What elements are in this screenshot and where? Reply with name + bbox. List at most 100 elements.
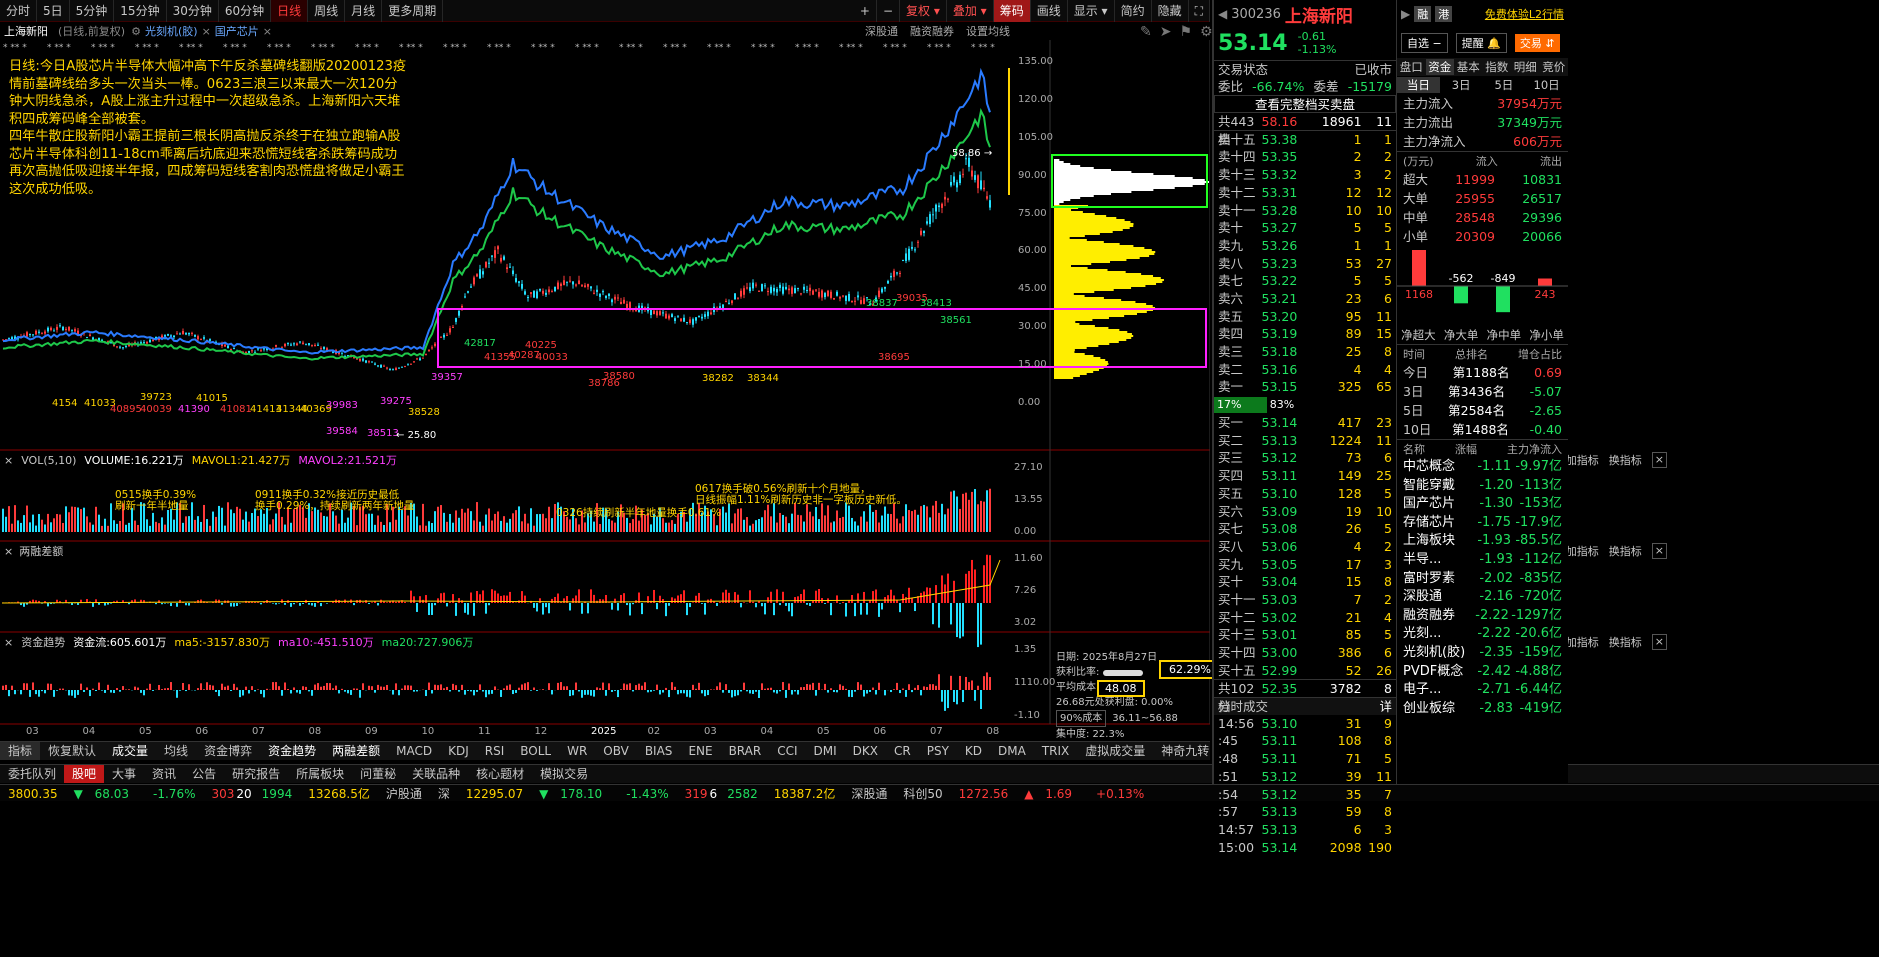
period-tab-2[interactable]: 5分钟 [70, 0, 115, 22]
sector-row[interactable]: 存储芯片 -1.75 -17.9亿 [1397, 514, 1568, 533]
zixuan-button[interactable]: 自选 − [1401, 33, 1448, 53]
sector-name[interactable]: 智能穿戴 [1403, 477, 1473, 496]
sector-name[interactable]: 创业板综 [1403, 700, 1473, 719]
prev-icon[interactable]: ◀ [1218, 7, 1227, 21]
sector-row[interactable]: 中芯概念 -1.11 -9.97亿 [1397, 458, 1568, 477]
indicator-tab-25[interactable]: 神奇九转 [1153, 742, 1217, 760]
panel-tool-1[interactable]: 加指标 [1566, 452, 1599, 468]
toolbar-btn-5[interactable]: 简约 [1115, 0, 1152, 22]
panel-tool-2[interactable]: 换指标 [1609, 452, 1642, 468]
sector-name[interactable]: 深股通 [1403, 588, 1473, 607]
sector-name[interactable]: 国产芯片 [1403, 495, 1473, 514]
remind-button[interactable]: 提醒 🔔 [1455, 33, 1507, 53]
tag-chip[interactable]: 国产芯片 [211, 23, 263, 39]
full-book-link[interactable]: 查看完整档买卖盘 [1255, 96, 1355, 112]
side-tab-2[interactable]: 基本 [1454, 59, 1483, 75]
toolbar-btn-3[interactable]: 画线 [1031, 0, 1068, 22]
indicator-tab-8[interactable]: KDJ [440, 742, 477, 760]
sector-name[interactable]: 光刻机(胶) [1403, 644, 1473, 663]
hgt-link[interactable]: 沪股通 [378, 785, 430, 803]
panel-tool-1[interactable]: 加指标 [1566, 634, 1599, 650]
zoom-in-button[interactable]: + [854, 0, 877, 22]
chart-link-0[interactable]: 深股通 [865, 23, 898, 39]
indicator-tab-23[interactable]: TRIX [1034, 742, 1077, 760]
sector-row[interactable]: 创业板综 -2.83 -419亿 [1397, 700, 1568, 719]
zoom-out-button[interactable]: − [877, 0, 900, 22]
sector-row[interactable]: 富时罗素 -2.02 -835亿 [1397, 570, 1568, 589]
side-subtab-1[interactable]: 3日 [1440, 77, 1483, 93]
chart-link-1[interactable]: 融资融券 [910, 23, 954, 39]
flag-icon[interactable]: ⚑ [1179, 24, 1192, 40]
bottom-tab-8[interactable]: 关联品种 [404, 765, 468, 783]
indicator-tab-12[interactable]: OBV [595, 742, 637, 760]
bottom-tab-3[interactable]: 资讯 [144, 765, 184, 783]
bottom-tab-2[interactable]: 大事 [104, 765, 144, 783]
sector-row[interactable]: 光刻机(胶) -2.35 -159亿 [1397, 644, 1568, 663]
indicator-tab-21[interactable]: KD [957, 742, 990, 760]
sector-name[interactable]: 光刻... [1403, 625, 1473, 644]
chart-link-2[interactable]: 设置均线 [966, 23, 1010, 39]
period-tab-4[interactable]: 30分钟 [167, 0, 219, 22]
sector-name[interactable]: PVDF概念 [1403, 663, 1473, 682]
sector-name[interactable]: 半导... [1403, 551, 1473, 570]
indicator-tab-1[interactable]: 恢复默认 [40, 742, 104, 760]
settings-icon[interactable]: ⚙ [1200, 24, 1213, 40]
ticks-detail-button[interactable]: 详 [1379, 698, 1392, 715]
cost-select[interactable]: 90%成本 [1056, 710, 1107, 727]
sector-row[interactable]: 国产芯片 -1.30 -153亿 [1397, 495, 1568, 514]
tag-guangkeji[interactable]: 光刻机(胶) [141, 23, 202, 39]
gear-icon[interactable]: ⚙ [131, 25, 141, 38]
indicator-tab-15[interactable]: BRAR [721, 742, 770, 760]
sector-head-0[interactable]: 名称 [1403, 440, 1425, 458]
bottom-tab-7[interactable]: 问董秘 [352, 765, 404, 783]
toolbar-btn-4[interactable]: 显示 ▾ [1068, 0, 1115, 22]
side-subtab-2[interactable]: 5日 [1483, 77, 1526, 93]
panel-tool-1[interactable]: 加指标 [1566, 543, 1599, 559]
sector-name[interactable]: 电子... [1403, 681, 1473, 700]
bottom-tab-6[interactable]: 所属板块 [288, 765, 352, 783]
period-tab-8[interactable]: 月线 [345, 0, 383, 22]
side-subtab-3[interactable]: 10日 [1525, 77, 1568, 93]
indicator-tab-19[interactable]: CR [886, 742, 919, 760]
sector-name[interactable]: 融资融券 [1403, 607, 1473, 626]
period-tab-3[interactable]: 15分钟 [114, 0, 167, 22]
bottom-tab-9[interactable]: 核心题材 [468, 765, 532, 783]
sector-row[interactable]: 智能穿戴 -1.20 -113亿 [1397, 477, 1568, 496]
indicator-tab-13[interactable]: BIAS [637, 742, 681, 760]
sector-row[interactable]: 电子... -2.71 -6.44亿 [1397, 681, 1568, 700]
full-book-row[interactable]: 查看完整档买卖盘 [1214, 95, 1396, 114]
fullscreen-icon[interactable]: ⛶ [1189, 0, 1210, 22]
next-icon[interactable]: ▶ [1401, 7, 1410, 21]
sector-row[interactable]: 半导... -1.93 -112亿 [1397, 551, 1568, 570]
toolbar-btn-6[interactable]: 隐藏 [1152, 0, 1189, 22]
side-tab-1[interactable]: 资金 [1425, 59, 1454, 75]
bottom-tab-4[interactable]: 公告 [184, 765, 224, 783]
indicator-tab-11[interactable]: WR [559, 742, 595, 760]
trial-link[interactable]: 免费体验L2行情 [1485, 6, 1564, 22]
period-tab-6[interactable]: 日线 [271, 0, 309, 22]
sector-row[interactable]: PVDF概念 -2.42 -4.88亿 [1397, 663, 1568, 682]
close-icon[interactable]: × [263, 25, 272, 38]
cursor-icon[interactable]: ➤ [1160, 24, 1172, 40]
close-icon[interactable]: × [4, 454, 13, 467]
pen-icon[interactable]: ✎ [1140, 24, 1152, 40]
period-tab-9[interactable]: 更多周期 [382, 0, 444, 22]
bottom-tab-0[interactable]: 委托队列 [0, 765, 64, 783]
toolbar-btn-2[interactable]: 筹码 [993, 0, 1031, 22]
indicator-tab-16[interactable]: CCI [769, 742, 805, 760]
close-icon[interactable]: × [1651, 452, 1667, 468]
side-tab-3[interactable]: 指数 [1483, 59, 1512, 75]
sector-name[interactable]: 上海板块 [1403, 532, 1473, 551]
close-icon[interactable]: × [202, 25, 211, 38]
sector-row[interactable]: 光刻... -2.22 -20.6亿 [1397, 625, 1568, 644]
sector-row[interactable]: 深股通 -2.16 -720亿 [1397, 588, 1568, 607]
side-tab-0[interactable]: 盘口 [1397, 59, 1426, 75]
indicator-tab-20[interactable]: PSY [919, 742, 957, 760]
close-icon[interactable]: × [1651, 634, 1667, 650]
panel-tool-2[interactable]: 换指标 [1609, 634, 1642, 650]
close-icon[interactable]: × [1651, 543, 1667, 559]
sector-row[interactable]: 上海板块 -1.93 -85.5亿 [1397, 532, 1568, 551]
indicator-tab-18[interactable]: DKX [845, 742, 886, 760]
indicator-tab-4[interactable]: 资金博弈 [196, 742, 260, 760]
period-tab-5[interactable]: 60分钟 [219, 0, 272, 22]
